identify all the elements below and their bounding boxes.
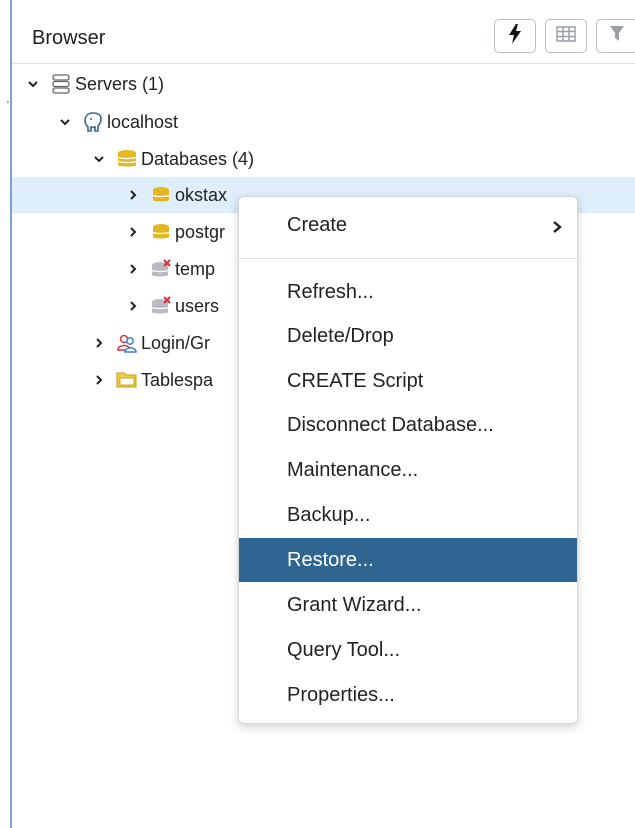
chevron-right-icon[interactable] <box>92 336 106 350</box>
view-data-button[interactable] <box>545 19 587 53</box>
tree-node-label: localhost <box>107 111 179 132</box>
edge-marker: ' <box>7 100 9 111</box>
database-icon <box>150 184 172 206</box>
tree-node-label: temp <box>175 258 216 279</box>
left-edge-strip: ' <box>0 0 12 828</box>
chevron-right-icon[interactable] <box>92 373 106 387</box>
lightning-bolt-icon <box>508 23 522 49</box>
chevron-down-icon[interactable] <box>92 152 106 166</box>
tree-node-localhost[interactable]: localhost <box>12 104 635 140</box>
databases-icon <box>116 148 138 170</box>
menu-item-properties[interactable]: Properties... <box>239 673 577 717</box>
menu-item-restore[interactable]: Restore... <box>239 538 577 582</box>
context-menu: Create Refresh... Delete/Drop CREATE Scr… <box>238 196 578 724</box>
menu-item-refresh[interactable]: Refresh... <box>239 270 577 314</box>
chevron-right-icon[interactable] <box>126 225 140 239</box>
table-grid-icon <box>556 25 576 47</box>
login-roles-icon <box>116 332 138 354</box>
menu-item-label: Properties... <box>287 683 395 706</box>
menu-item-create[interactable]: Create <box>239 203 577 247</box>
menu-item-label: Maintenance... <box>287 458 419 481</box>
chevron-right-icon[interactable] <box>126 262 140 276</box>
tree-node-label: Databases (4) <box>141 148 255 169</box>
browser-panel-header: Browser <box>12 12 635 64</box>
menu-item-label: Grant Wizard... <box>287 593 422 616</box>
tree-node-label: okstax <box>175 184 228 205</box>
menu-item-backup[interactable]: Backup... <box>239 493 577 537</box>
menu-item-label: Create <box>287 213 348 236</box>
menu-item-delete-drop[interactable]: Delete/Drop <box>239 314 577 358</box>
menu-item-label: Backup... <box>287 503 371 526</box>
tree-node-databases[interactable]: Databases (4) <box>12 141 635 177</box>
chevron-down-icon[interactable] <box>26 77 40 91</box>
menu-item-label: Restore... <box>287 548 374 571</box>
funnel-icon <box>609 25 625 48</box>
menu-item-query-tool[interactable]: Query Tool... <box>239 628 577 672</box>
menu-item-grant-wizard[interactable]: Grant Wizard... <box>239 583 577 627</box>
menu-item-maintenance[interactable]: Maintenance... <box>239 448 577 492</box>
tree-node-label: postgr <box>175 221 226 242</box>
chevron-right-icon[interactable] <box>126 299 140 313</box>
server-group-icon <box>50 73 72 95</box>
filter-button[interactable] <box>596 19 635 53</box>
panel-title: Browser <box>32 27 106 49</box>
tree-node-label: Tablespa <box>141 369 214 390</box>
chevron-right-icon[interactable] <box>126 188 140 202</box>
tree-node-servers[interactable]: Servers (1) <box>12 66 635 102</box>
menu-item-label: CREATE Script <box>287 369 424 392</box>
menu-separator <box>239 258 577 259</box>
tree-node-label: users <box>175 295 220 316</box>
folder-icon <box>116 369 138 391</box>
chevron-right-icon <box>551 217 563 240</box>
database-icon <box>150 221 172 243</box>
menu-item-label: Refresh... <box>287 280 374 303</box>
menu-item-label: Disconnect Database... <box>287 413 494 436</box>
menu-item-label: Query Tool... <box>287 638 401 661</box>
database-disconnected-icon <box>150 258 172 280</box>
menu-item-create-script[interactable]: CREATE Script <box>239 359 577 403</box>
menu-item-disconnect-database[interactable]: Disconnect Database... <box>239 403 577 447</box>
query-tool-button[interactable] <box>494 19 536 53</box>
tree-node-label: Servers (1) <box>75 73 165 94</box>
tree-node-label: Login/Gr <box>141 332 211 353</box>
database-disconnected-icon <box>150 295 172 317</box>
postgres-elephant-icon <box>82 111 104 133</box>
menu-item-label: Delete/Drop <box>287 324 394 347</box>
chevron-down-icon[interactable] <box>58 115 72 129</box>
